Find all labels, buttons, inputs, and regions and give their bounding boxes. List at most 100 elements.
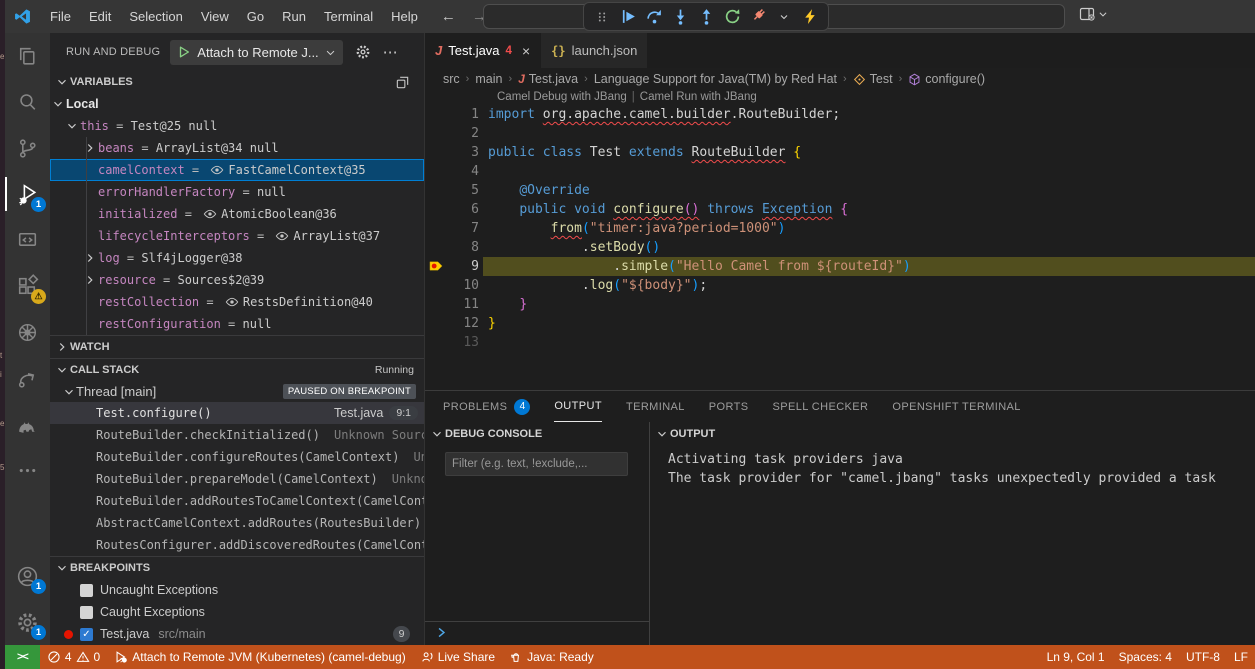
breakpoint-row[interactable]: ✓Test.javasrc/main9 <box>50 623 424 645</box>
status-eol[interactable]: LF <box>1227 645 1255 669</box>
remote-indicator[interactable]: >< <box>5 645 40 669</box>
activity-openshift-icon[interactable] <box>5 355 50 401</box>
activity-source-control-icon[interactable] <box>5 125 50 171</box>
activity-search-icon[interactable] <box>5 79 50 125</box>
toolbar-drag-handle[interactable] <box>590 5 614 29</box>
lazy-eval-eye-icon[interactable] <box>210 163 224 177</box>
status-encoding[interactable]: UTF-8 <box>1179 645 1227 669</box>
stack-frame[interactable]: RouteBuilder.configureRoutes(CamelContex… <box>50 446 424 468</box>
activity-accounts-icon[interactable]: 1 <box>5 553 50 599</box>
codelens-camel-run-link[interactable]: Camel Run with JBang <box>640 91 757 103</box>
stop-options-chevron[interactable] <box>772 5 796 29</box>
variable-row-restCollection[interactable]: restCollection = RestsDefinition@40 <box>50 291 424 313</box>
java-status[interactable]: Java: Ready <box>502 645 601 669</box>
panel-tab-ports[interactable]: PORTS <box>709 391 749 422</box>
activity-explorer-icon[interactable] <box>5 33 50 79</box>
back-button[interactable]: ← <box>433 8 464 25</box>
stack-frame[interactable]: RouteBuilder.checkInitialized()Unknown S… <box>50 424 424 446</box>
activity-remote-explorer-icon[interactable] <box>5 217 50 263</box>
variable-row-beans[interactable]: beans = ArrayList@34 null <box>50 137 424 159</box>
variable-row-log[interactable]: log = Slf4jLogger@38 <box>50 247 424 269</box>
live-share-status[interactable]: Live Share <box>413 645 502 669</box>
restart-button[interactable] <box>720 5 744 29</box>
launch-config-select[interactable]: Attach to Remote J... <box>170 40 342 65</box>
tab-launch-json[interactable]: {}launch.json <box>540 33 647 68</box>
lazy-eval-eye-icon[interactable] <box>203 207 217 221</box>
continue-button[interactable] <box>616 5 640 29</box>
views-more-actions[interactable]: ⋯ <box>383 43 399 61</box>
gear-icon[interactable] <box>355 44 371 60</box>
debug-console-filter-input[interactable] <box>445 452 628 476</box>
stack-frame[interactable]: RouteBuilder.addRoutesToCamelContext(Cam… <box>50 490 424 512</box>
variable-row-errorHandlerFactory[interactable]: errorHandlerFactory = null <box>50 181 424 203</box>
close-tab-icon[interactable]: × <box>522 43 530 59</box>
menu-help[interactable]: Help <box>382 9 427 24</box>
menu-edit[interactable]: Edit <box>80 9 120 24</box>
variable-row-this[interactable]: this = Test@25 null <box>50 115 424 137</box>
menu-terminal[interactable]: Terminal <box>315 9 382 24</box>
lazy-eval-eye-icon[interactable] <box>225 295 239 309</box>
lazy-eval-eye-icon[interactable] <box>275 229 289 243</box>
step-into-button[interactable] <box>668 5 692 29</box>
panel-tab-problems[interactable]: PROBLEMS4 <box>443 391 530 422</box>
stack-frame[interactable]: AbstractCamelContext.addRoutes(RoutesBui… <box>50 512 424 534</box>
breakpoint-checkbox[interactable] <box>80 584 93 597</box>
variable-row-initialized[interactable]: initialized = AtomicBoolean@36 <box>50 203 424 225</box>
problems-status[interactable]: 4 0 <box>40 645 107 669</box>
debug-console-repl-input[interactable] <box>425 621 649 643</box>
activity-kubernetes-icon[interactable] <box>5 309 50 355</box>
stack-frame[interactable]: RoutesConfigurer.addDiscoveredRoutes(Cam… <box>50 534 424 556</box>
disconnect-button[interactable] <box>746 5 770 29</box>
step-over-button[interactable] <box>642 5 666 29</box>
debug-console-header[interactable]: DEBUG CONSOLE <box>425 422 649 446</box>
variable-row-resource[interactable]: resource = Sources$2@39 <box>50 269 424 291</box>
menu-go[interactable]: Go <box>238 9 273 24</box>
activity-camel-icon[interactable] <box>5 401 50 447</box>
codelens-camel-debug-link[interactable]: Camel Debug with JBang <box>497 91 627 103</box>
output-header[interactable]: OUTPUT <box>650 422 1255 446</box>
breadcrumb-item-src[interactable]: src <box>443 72 460 86</box>
breadcrumb-item-test[interactable]: Test <box>853 72 893 86</box>
thread-row[interactable]: Thread [main] PAUSED ON BREAKPOINT <box>50 381 424 402</box>
status-cursor-position[interactable]: Ln 9, Col 1 <box>1040 645 1112 669</box>
customize-layout-button[interactable] <box>1079 6 1108 22</box>
variable-row-lifecycleInterceptors[interactable]: lifecycleInterceptors = ArrayList@37 <box>50 225 424 247</box>
breadcrumb-item-configure-[interactable]: configure() <box>908 72 985 86</box>
debug-session-status[interactable]: Attach to Remote JVM (Kubernetes) (camel… <box>107 645 412 669</box>
stack-frame[interactable]: Test.configure()Test.java9:1 <box>50 402 424 424</box>
tab-test-java[interactable]: JTest.java4× <box>425 33 540 68</box>
menu-selection[interactable]: Selection <box>120 9 191 24</box>
panel-tab-output[interactable]: OUTPUT <box>554 391 602 422</box>
breakpoint-checkbox[interactable]: ✓ <box>80 628 93 641</box>
variable-row-Local[interactable]: Local <box>50 93 424 115</box>
menu-file[interactable]: File <box>41 9 80 24</box>
breakpoint-row[interactable]: Uncaught Exceptions <box>50 579 424 601</box>
variables-header[interactable]: VARIABLES <box>50 71 424 93</box>
variable-row-restConfiguration[interactable]: restConfiguration = null <box>50 313 424 335</box>
activity-settings-icon[interactable]: 1 <box>5 599 50 645</box>
collapse-all-icon[interactable] <box>395 75 410 90</box>
step-out-button[interactable] <box>694 5 718 29</box>
breadcrumb-item-main[interactable]: main <box>475 72 502 86</box>
variable-row-camelContext[interactable]: camelContext = FastCamelContext@35 <box>50 159 424 181</box>
breakpoint-checkbox[interactable] <box>80 606 93 619</box>
hot-code-replace-button[interactable] <box>798 5 822 29</box>
stack-frame[interactable]: RouteBuilder.prepareModel(CamelContext)U… <box>50 468 424 490</box>
breadcrumb-item-test-java[interactable]: JTest.java <box>518 72 578 86</box>
menu-run[interactable]: Run <box>273 9 315 24</box>
code-area[interactable]: 1import org.apache.camel.builder.RouteBu… <box>425 105 1255 352</box>
run-and-debug-sidebar: RUN AND DEBUG Attach to Remote J... ⋯ VA… <box>50 33 425 645</box>
status-indentation[interactable]: Spaces: 4 <box>1112 645 1179 669</box>
watch-header[interactable]: WATCH <box>50 336 424 358</box>
activity-more-icon[interactable] <box>5 447 50 493</box>
call-stack-header[interactable]: CALL STACK Running <box>50 359 424 381</box>
panel-tab-spell-checker[interactable]: SPELL CHECKER <box>773 391 869 422</box>
breadcrumb-item-language-support-for-java-tm-by-red-hat[interactable]: Language Support for Java(TM) by Red Hat <box>594 72 837 86</box>
breakpoint-row[interactable]: Caught Exceptions <box>50 601 424 623</box>
breakpoints-header[interactable]: BREAKPOINTS <box>50 557 424 579</box>
menu-view[interactable]: View <box>192 9 238 24</box>
panel-tab-openshift-terminal[interactable]: OPENSHIFT TERMINAL <box>892 391 1020 422</box>
activity-run-and-debug-icon[interactable]: 1 <box>5 171 50 217</box>
activity-extensions-icon[interactable]: ⚠ <box>5 263 50 309</box>
panel-tab-terminal[interactable]: TERMINAL <box>626 391 685 422</box>
